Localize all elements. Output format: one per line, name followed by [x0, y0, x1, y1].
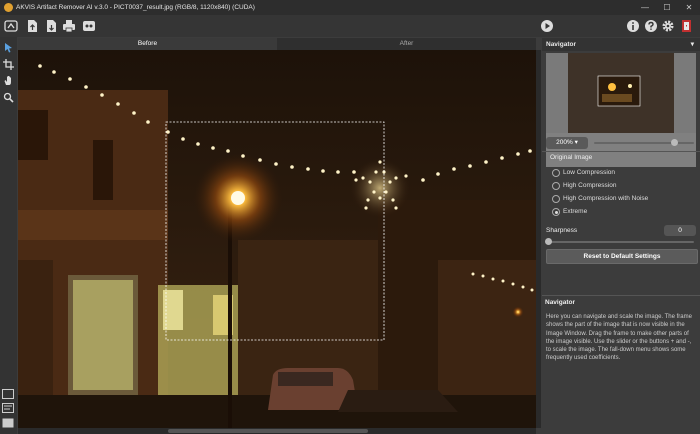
chevron-down-icon[interactable]: ▾	[691, 38, 694, 51]
main-toolbar	[0, 15, 700, 37]
split-view-icon[interactable]	[2, 403, 14, 413]
vertical-scrollbar[interactable]	[536, 50, 541, 428]
navigator-title: Navigator	[546, 41, 576, 48]
sharpness-slider-knob[interactable]	[545, 238, 552, 245]
reset-default-button[interactable]: Reset to Default Settings	[546, 249, 698, 264]
tab-after[interactable]: After	[277, 38, 536, 50]
print-icon[interactable]	[62, 19, 76, 33]
title-bar: AKVIS Artifact Remover AI v.3.0 - PICT00…	[0, 0, 700, 15]
horizontal-scrollbar[interactable]	[18, 428, 536, 434]
night-street-photo	[18, 50, 536, 428]
original-image-title: Original Image	[550, 154, 593, 161]
minimize-button[interactable]: —	[634, 0, 656, 15]
radio-circle	[552, 182, 560, 190]
navigator-header: Navigator ▾	[542, 38, 700, 51]
zoom-icon[interactable]	[3, 92, 14, 103]
help-icon[interactable]	[644, 19, 658, 33]
share-icon[interactable]	[82, 19, 96, 33]
zoom-slider-knob[interactable]	[670, 139, 678, 146]
crop-icon[interactable]	[3, 59, 14, 70]
sharpness-value[interactable]: 0	[664, 225, 696, 236]
hand-icon[interactable]	[3, 75, 14, 86]
close-button[interactable]: ✕	[678, 0, 700, 15]
sharpness-slider[interactable]	[548, 241, 694, 243]
background-color-icon[interactable]	[2, 418, 14, 428]
zoom-slider[interactable]	[594, 142, 694, 144]
settings-panel: Navigator ▾ 200% ▾ Original Image Low Co…	[542, 37, 700, 434]
radio-circle-selected	[552, 208, 560, 216]
app-logo-icon	[4, 3, 13, 12]
sharpness-label: Sharpness	[546, 227, 578, 234]
window-mode-icon[interactable]	[2, 389, 14, 399]
view-tabs: Before After	[18, 38, 536, 50]
help-title: Navigator	[545, 299, 575, 306]
radio-circle	[552, 195, 560, 203]
exit-icon[interactable]	[680, 19, 694, 33]
radio-circle	[552, 169, 560, 177]
navigator-thumbnail[interactable]	[546, 53, 696, 167]
scrollbar-thumb[interactable]	[168, 429, 368, 433]
home-icon[interactable]	[4, 19, 18, 33]
help-text: Here you can navigate and scale the imag…	[546, 314, 692, 362]
open-icon[interactable]	[25, 19, 39, 33]
info-icon[interactable]	[626, 19, 640, 33]
maximize-button[interactable]: ☐	[656, 0, 678, 15]
image-window[interactable]	[18, 50, 536, 428]
run-button[interactable]	[540, 19, 554, 33]
window-title: AKVIS Artifact Remover AI v.3.0 - PICT00…	[16, 4, 255, 11]
zoom-dropdown[interactable]: 200% ▾	[546, 137, 588, 149]
save-icon[interactable]	[44, 19, 58, 33]
tab-before[interactable]: Before	[18, 38, 277, 50]
settings-icon[interactable]	[661, 19, 675, 33]
tools-panel	[0, 37, 17, 434]
hand-pointer-icon[interactable]	[3, 42, 14, 53]
